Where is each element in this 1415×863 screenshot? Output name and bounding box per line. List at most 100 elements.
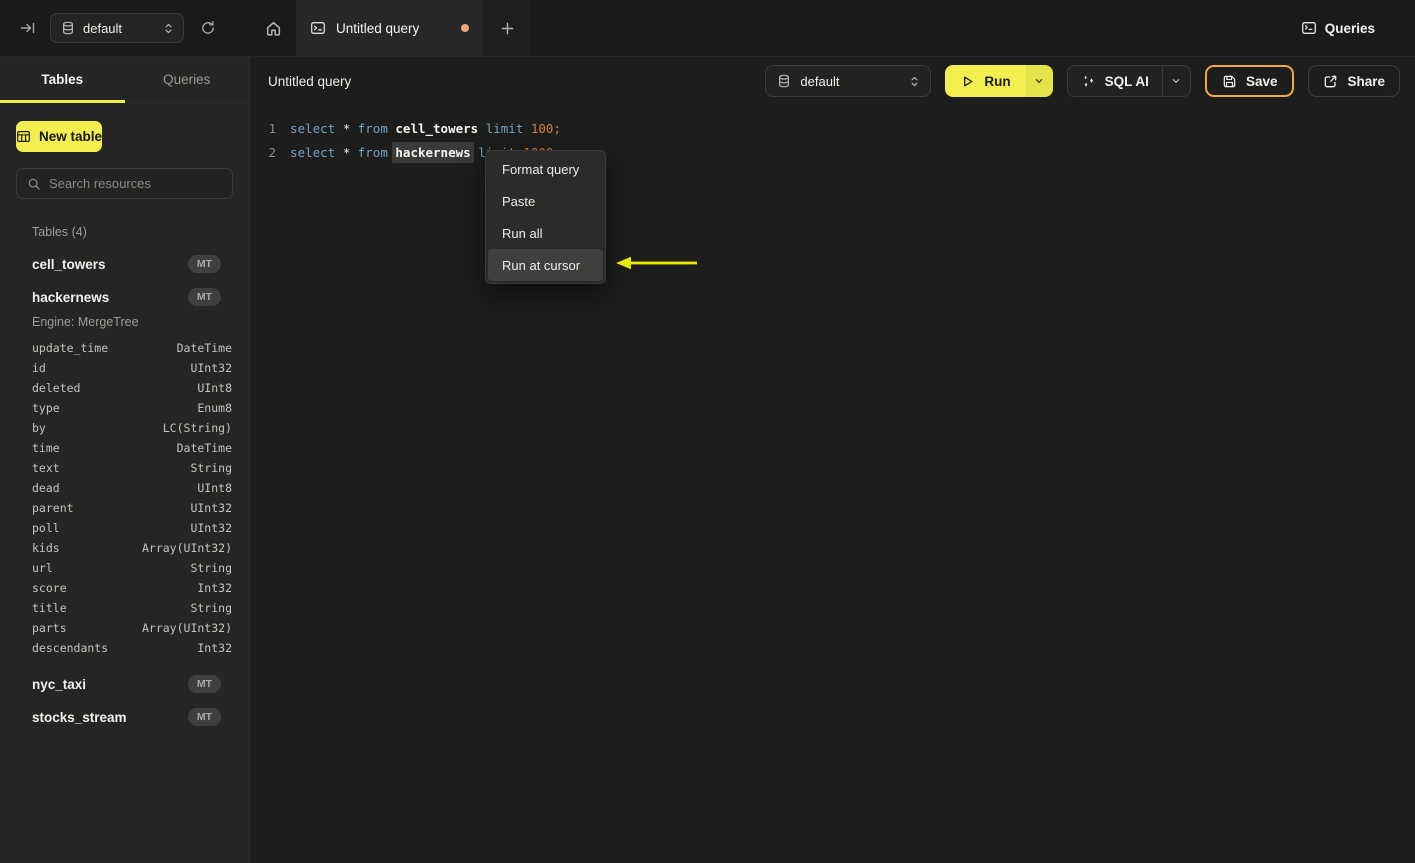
column-row[interactable]: by LC(String) bbox=[32, 418, 232, 438]
queries-button[interactable]: Queries bbox=[1301, 20, 1375, 36]
column-row[interactable]: time DateTime bbox=[32, 438, 232, 458]
chevron-down-icon bbox=[1173, 79, 1180, 83]
sidebar-tab-tables[interactable]: Tables bbox=[0, 57, 125, 102]
sql-ai-dropdown[interactable] bbox=[1161, 66, 1190, 96]
column-row[interactable]: deleted UInt8 bbox=[32, 378, 232, 398]
column-type: Int32 bbox=[197, 641, 232, 655]
topbar: default Untitled query Queries bbox=[0, 0, 1415, 57]
column-row[interactable]: text String bbox=[32, 458, 232, 478]
column-row[interactable]: url String bbox=[32, 558, 232, 578]
topbar-left-section: default bbox=[0, 0, 250, 56]
share-button-label: Share bbox=[1347, 73, 1385, 89]
run-button-label: Run bbox=[984, 73, 1011, 89]
column-name: dead bbox=[32, 481, 60, 495]
column-row[interactable]: kids Array(UInt32) bbox=[32, 538, 232, 558]
column-type: UInt8 bbox=[197, 381, 232, 395]
column-row[interactable]: title String bbox=[32, 598, 232, 618]
queries-button-label: Queries bbox=[1324, 20, 1375, 36]
column-name: url bbox=[32, 561, 53, 575]
sparkles-icon bbox=[1084, 75, 1093, 87]
table-row[interactable]: stocks_stream MT bbox=[16, 705, 233, 729]
run-options-dropdown[interactable] bbox=[1025, 65, 1053, 97]
context-menu-item-run-all[interactable]: Run all bbox=[488, 217, 603, 249]
context-menu-item-format-query[interactable]: Format query bbox=[488, 153, 603, 185]
column-type: Array(UInt32) bbox=[141, 621, 232, 635]
table-engine-badge: MT bbox=[187, 254, 221, 274]
column-row[interactable]: dead UInt8 bbox=[32, 478, 232, 498]
code-text: select * from cell_towers limit 100; bbox=[290, 117, 561, 141]
column-name: text bbox=[32, 461, 60, 475]
code-token: 100; bbox=[530, 121, 561, 136]
column-name: by bbox=[32, 421, 46, 435]
collapse-sidebar-icon bbox=[20, 22, 35, 34]
column-row[interactable]: id UInt32 bbox=[32, 358, 232, 378]
column-name: descendants bbox=[32, 641, 109, 655]
column-type: String bbox=[190, 561, 232, 575]
table-engine-label: Engine: MergeTree bbox=[32, 315, 139, 329]
save-icon bbox=[1223, 75, 1236, 87]
query-title: Untitled query bbox=[268, 73, 352, 89]
column-name: type bbox=[32, 401, 60, 415]
new-tab-button[interactable] bbox=[483, 0, 531, 56]
toolbar-database-value: default bbox=[800, 73, 840, 89]
save-button[interactable]: Save bbox=[1204, 65, 1295, 97]
queries-icon bbox=[1301, 22, 1316, 34]
column-type: DateTime bbox=[176, 441, 232, 455]
context-menu-item-run-at-cursor[interactable]: Run at cursor bbox=[488, 249, 603, 281]
code-token: select bbox=[290, 121, 343, 136]
table-engine-badge: MT bbox=[187, 287, 221, 307]
column-type: Enum8 bbox=[197, 401, 232, 415]
table-name: cell_towers bbox=[32, 256, 106, 272]
home-button[interactable] bbox=[250, 0, 296, 56]
column-name: id bbox=[32, 361, 46, 375]
column-row[interactable]: parts Array(UInt32) bbox=[32, 618, 232, 638]
code-token: limit bbox=[485, 121, 531, 136]
sidebar-tab-queries[interactable]: Queries bbox=[125, 57, 250, 102]
column-row[interactable]: poll UInt32 bbox=[32, 518, 232, 538]
search-icon bbox=[28, 178, 40, 190]
table-row[interactable]: hackernews MT bbox=[16, 285, 233, 309]
refresh-button[interactable] bbox=[194, 14, 222, 42]
unsaved-changes-dot bbox=[461, 24, 469, 32]
column-row[interactable]: update_time DateTime bbox=[32, 338, 232, 358]
column-row[interactable]: parent UInt32 bbox=[32, 498, 232, 518]
column-name: deleted bbox=[32, 381, 81, 395]
code-token: hackernews bbox=[392, 142, 474, 163]
search-resources-input[interactable] bbox=[49, 176, 222, 191]
column-type: LC(String) bbox=[162, 421, 232, 435]
editor-lines: 1 select * from cell_towers limit 100; 2 se… bbox=[250, 117, 1415, 165]
sql-ai-label: SQL AI bbox=[1104, 73, 1149, 89]
context-menu-item-paste[interactable]: Paste bbox=[488, 185, 603, 217]
collapse-sidebar-button[interactable] bbox=[14, 14, 42, 42]
sql-editor[interactable]: 1 select * from cell_towers limit 100; 2 se… bbox=[250, 105, 1415, 165]
toolbar-database-selector[interactable]: default bbox=[765, 65, 932, 97]
tab-strip: Untitled query bbox=[250, 0, 1301, 56]
code-token: * bbox=[342, 121, 358, 136]
share-button[interactable]: Share bbox=[1308, 65, 1400, 97]
column-row[interactable]: descendants Int32 bbox=[32, 638, 232, 658]
refresh-icon bbox=[202, 21, 214, 34]
column-type: String bbox=[190, 461, 232, 475]
table-row[interactable]: cell_towers MT bbox=[16, 252, 233, 276]
topbar-database-selector[interactable]: default bbox=[50, 13, 184, 43]
run-button[interactable]: Run bbox=[945, 65, 1026, 97]
column-type: UInt32 bbox=[190, 361, 232, 375]
tab-untitled-query[interactable]: Untitled query bbox=[296, 0, 483, 56]
active-tab-underline bbox=[0, 100, 125, 103]
table-row[interactable]: nyc_taxi MT bbox=[16, 672, 233, 696]
column-row[interactable]: type Enum8 bbox=[32, 398, 232, 418]
column-row[interactable]: score Int32 bbox=[32, 578, 232, 598]
table-engine-badge: MT bbox=[187, 674, 221, 694]
column-type: String bbox=[190, 601, 232, 615]
editor-line: 2select * from hackernews limit 1000 bbox=[250, 141, 1415, 165]
sidebar-tabs: Tables Queries bbox=[0, 57, 249, 103]
tables-section-header: Tables (4) bbox=[32, 225, 87, 239]
run-button-group: Run bbox=[945, 65, 1053, 97]
sql-ai-button[interactable]: SQL AI bbox=[1068, 66, 1162, 96]
new-table-button[interactable]: New table bbox=[16, 121, 103, 152]
column-name: score bbox=[32, 581, 67, 595]
database-selector-value: default bbox=[83, 20, 123, 36]
play-icon bbox=[964, 76, 973, 86]
database-icon bbox=[779, 74, 790, 88]
column-name: time bbox=[32, 441, 60, 455]
